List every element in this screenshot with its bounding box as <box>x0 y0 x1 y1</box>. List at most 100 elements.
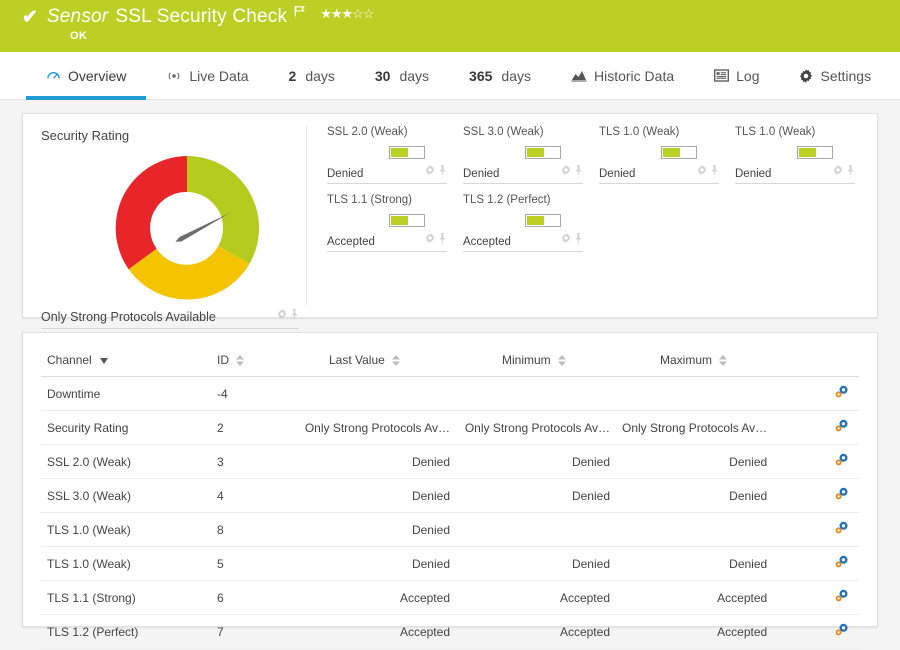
channel-settings-icon[interactable] <box>834 521 849 535</box>
gear-icon[interactable] <box>561 230 571 248</box>
tab-overview[interactable]: Overview <box>26 52 147 100</box>
pin-icon[interactable] <box>574 162 583 180</box>
channel-settings-icon[interactable] <box>834 419 849 433</box>
tab-365-days[interactable]: 365 days <box>449 52 551 99</box>
cell-actions[interactable] <box>773 546 859 581</box>
channel-card[interactable]: SSL 3.0 (Weak) Denied <box>455 126 591 194</box>
pin-icon[interactable] <box>846 162 855 180</box>
channel-card[interactable]: TLS 1.2 (Perfect) Accepted <box>455 194 591 262</box>
gear-icon[interactable] <box>425 162 435 180</box>
cell-minimum: Only Strong Protocols Av… <box>456 410 616 445</box>
cell-actions[interactable] <box>773 478 859 513</box>
channel-card-actions[interactable] <box>425 162 447 180</box>
cell-maximum: Only Strong Protocols Av… <box>616 410 774 445</box>
tab-30-days[interactable]: 30 days <box>355 52 449 99</box>
channel-card-actions[interactable] <box>833 162 855 180</box>
channel-card-bar <box>797 145 833 159</box>
tab-label: days <box>501 67 531 84</box>
channel-card[interactable]: TLS 1.1 (Strong) Accepted <box>319 194 455 262</box>
star-filled: ★ <box>320 6 332 21</box>
pin-icon[interactable] <box>574 230 583 248</box>
cell-last-value <box>281 376 456 411</box>
star-filled: ★ <box>330 6 343 21</box>
channel-card-actions[interactable] <box>425 230 447 248</box>
pin-icon[interactable] <box>438 230 447 248</box>
cell-id: 5 <box>211 546 281 581</box>
gear-icon[interactable] <box>697 162 707 180</box>
star-filled: ★ <box>341 6 354 21</box>
channel-settings-icon[interactable] <box>834 453 849 467</box>
overview-panel: Security Rating Only Strong Protocols Av… <box>22 113 878 329</box>
channel-card-bar <box>661 145 697 159</box>
log-icon <box>714 69 730 82</box>
pin-icon[interactable] <box>438 162 447 180</box>
channel-settings-icon[interactable] <box>834 385 849 399</box>
channel-card[interactable]: TLS 1.0 (Weak) Denied <box>591 126 727 194</box>
cell-actions[interactable] <box>773 444 859 479</box>
cell-id: 7 <box>211 614 281 649</box>
tab-log[interactable]: Log <box>694 52 779 99</box>
table-row[interactable]: TLS 1.2 (Perfect) 7 Accepted Accepted Ac… <box>41 614 859 649</box>
cell-actions[interactable] <box>773 410 859 445</box>
channel-card-title: TLS 1.1 (Strong) <box>327 194 413 206</box>
table-row[interactable]: SSL 2.0 (Weak) 3 Denied Denied Denied <box>41 444 859 479</box>
channel-card-bar-fill <box>527 147 544 157</box>
table-row[interactable]: Downtime -4 <box>41 376 859 411</box>
tab-label: Overview <box>68 67 127 84</box>
flag-icon[interactable] <box>293 5 306 23</box>
cell-actions[interactable] <box>773 614 859 649</box>
tab-settings[interactable]: Settings <box>779 52 891 99</box>
table-row[interactable]: TLS 1.0 (Weak) 5 Denied Denied Denied <box>41 546 859 581</box>
tab-historic-data[interactable]: Historic Data <box>551 52 694 99</box>
cell-last-value: Denied <box>281 478 456 513</box>
gear-icon[interactable] <box>561 162 571 180</box>
cell-id: -4 <box>211 376 281 411</box>
tab-live-data[interactable]: Live Data <box>146 52 268 99</box>
channels-table-body: Downtime -4 Security Rating 2 Only Stron… <box>41 376 859 649</box>
column-header-maximum[interactable]: Maximum <box>616 349 774 377</box>
gear-icon[interactable] <box>277 306 287 324</box>
column-header-id[interactable]: ID <box>211 349 281 377</box>
chevron-down-icon <box>100 358 109 364</box>
table-row[interactable]: SSL 3.0 (Weak) 4 Denied Denied Denied <box>41 478 859 513</box>
tab-2-days[interactable]: 2 days <box>269 52 355 99</box>
column-header-last-value[interactable]: Last Value <box>281 349 456 377</box>
table-row[interactable]: TLS 1.0 (Weak) 8 Denied <box>41 512 859 547</box>
channel-card[interactable]: TLS 1.0 (Weak) Denied <box>727 126 863 194</box>
cell-channel: TLS 1.0 (Weak) <box>41 512 211 547</box>
channel-cards: SSL 2.0 (Weak) Denied SSL 3.0 (Weak) Den… <box>307 126 863 305</box>
gear-icon[interactable] <box>833 162 843 180</box>
cell-last-value: Accepted <box>281 580 456 615</box>
channel-card-bar <box>525 145 561 159</box>
channel-settings-icon[interactable] <box>834 589 849 603</box>
channel-card-actions[interactable] <box>561 162 583 180</box>
cell-minimum: Accepted <box>456 614 616 649</box>
status-check-icon: ✔ <box>22 6 38 28</box>
column-header-channel[interactable]: Channel <box>41 349 211 377</box>
channel-card-actions[interactable] <box>561 230 583 248</box>
cell-last-value: Accepted <box>281 614 456 649</box>
cell-actions[interactable] <box>773 580 859 615</box>
gauge-title: Security Rating <box>41 128 130 143</box>
pin-icon[interactable] <box>710 162 719 180</box>
channel-card-title: TLS 1.0 (Weak) <box>599 126 680 138</box>
table-row[interactable]: Security Rating 2 Only Strong Protocols … <box>41 410 859 445</box>
channel-settings-icon[interactable] <box>834 487 849 501</box>
channel-card-bar <box>525 213 561 227</box>
channel-card-actions[interactable] <box>697 162 719 180</box>
gauge-actions[interactable] <box>277 306 299 324</box>
gear-icon[interactable] <box>425 230 435 248</box>
channel-settings-icon[interactable] <box>834 555 849 569</box>
cell-actions[interactable] <box>773 376 859 411</box>
cell-actions[interactable] <box>773 512 859 547</box>
column-header-minimum[interactable]: Minimum <box>456 349 616 377</box>
channel-settings-icon[interactable] <box>834 623 849 637</box>
pin-icon[interactable] <box>290 306 299 324</box>
star-empty: ☆ <box>352 6 364 21</box>
cell-maximum <box>616 512 774 547</box>
cell-channel: SSL 2.0 (Weak) <box>41 444 211 479</box>
channel-card[interactable]: SSL 2.0 (Weak) Denied <box>319 126 455 194</box>
table-row[interactable]: TLS 1.1 (Strong) 6 Accepted Accepted Acc… <box>41 580 859 615</box>
sensor-header-line: ✔ Sensor SSL Security Check ★★★☆☆ <box>22 5 900 28</box>
priority-rating[interactable]: ★★★☆☆ <box>320 6 374 22</box>
